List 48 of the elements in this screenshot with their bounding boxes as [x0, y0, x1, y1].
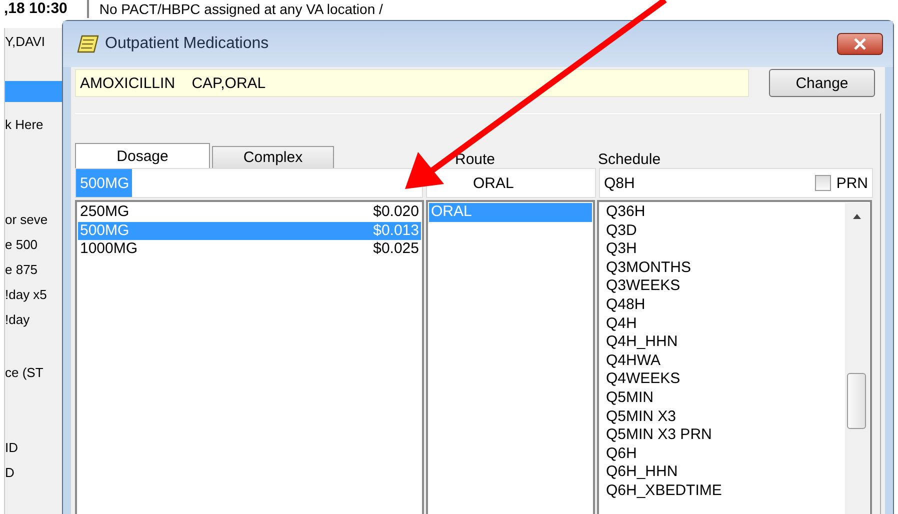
- tab[interactable]: Complex: [212, 146, 334, 168]
- list-text: e 500: [5, 236, 39, 254]
- close-icon: [853, 38, 867, 50]
- header-time: ,18 10:30: [4, 0, 68, 18]
- scroll-thumb[interactable]: [847, 373, 866, 429]
- patient-name: Y,DAVI: [5, 34, 46, 49]
- list-item[interactable]: Q4WEEKS: [604, 370, 845, 389]
- list-text: k Here: [5, 116, 44, 134]
- prn-checkbox[interactable]: [815, 175, 832, 191]
- list-item[interactable]: Q3MONTHS: [604, 258, 845, 278]
- window-title: Outpatient Medications: [105, 35, 270, 53]
- list-text: !day x5: [5, 286, 48, 304]
- drug-name: AMOXICILLIN CAP,ORAL: [75, 69, 749, 97]
- route-label: Route: [454, 151, 496, 168]
- selected-row: [5, 81, 63, 102]
- list-item[interactable]: 1000MG $0.025: [78, 240, 421, 259]
- header-note: No PACT/HBPC assigned at any VA location /: [87, 0, 383, 18]
- list-item[interactable]: 250MG $0.020: [78, 203, 421, 222]
- change-button[interactable]: Change: [769, 69, 875, 97]
- tab[interactable]: Dosage: [75, 143, 210, 168]
- close-button[interactable]: [837, 33, 883, 55]
- list-item[interactable]: Q4HWA: [604, 352, 845, 370]
- schedule-field[interactable]: Q8H PRN: [599, 168, 873, 198]
- list-text: D: [5, 464, 16, 482]
- list-text: or seve: [5, 211, 49, 229]
- notepad-icon: [77, 34, 99, 54]
- list-text: ce (ST: [5, 364, 44, 382]
- list-text: e 875: [5, 261, 39, 279]
- scrollbar[interactable]: [845, 203, 869, 514]
- list-item[interactable]: Q5MIN X3 PRN: [604, 426, 845, 445]
- list-item[interactable]: Q6H_HHN: [604, 463, 845, 482]
- route-field[interactable]: ORAL: [426, 168, 596, 198]
- schedule-label: Schedule: [598, 151, 661, 168]
- list-item[interactable]: Q6H_XBEDTIME: [604, 482, 845, 500]
- list-item[interactable]: Q6H: [604, 444, 845, 464]
- list-item[interactable]: Q48H: [604, 296, 845, 315]
- list-text: ID: [5, 439, 19, 457]
- list-item[interactable]: Q3D: [604, 222, 845, 240]
- list-item[interactable]: Q3WEEKS: [604, 277, 845, 296]
- scroll-up-icon[interactable]: [852, 213, 862, 219]
- list-item[interactable]: Q36H: [604, 203, 845, 222]
- list-item[interactable]: Q4H: [604, 314, 845, 334]
- prn-label: PRN: [836, 174, 868, 192]
- list-item[interactable]: Q5MIN X3: [604, 408, 845, 426]
- list-item[interactable]: Q4H_HHN: [604, 333, 845, 352]
- list-item[interactable]: Q5MIN: [604, 388, 845, 408]
- list-text: !day: [5, 311, 31, 329]
- list-item[interactable]: Q3H: [604, 240, 845, 259]
